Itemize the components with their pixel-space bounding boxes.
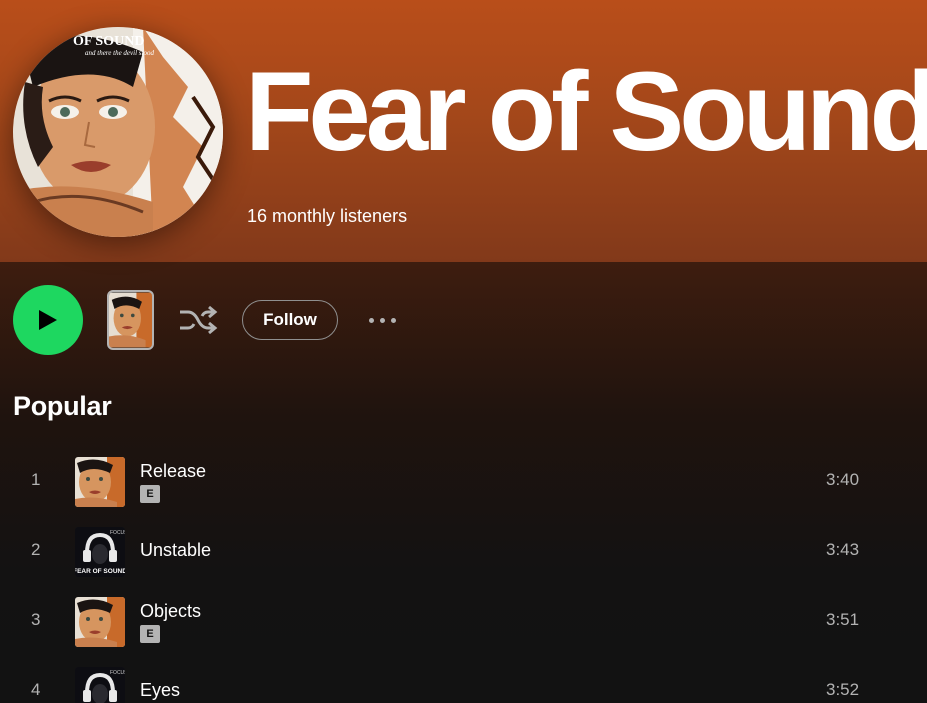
track-row[interactable]: 3 Objects E 3:51 [13,591,913,653]
track-title[interactable]: Unstable [140,540,211,561]
track-number: 2 [31,540,41,559]
explicit-badge: E [140,625,160,643]
track-cover: FOCUS FEAR OF SOUND [75,667,125,703]
track-number: 4 [31,680,41,699]
dot-icon [368,317,374,323]
follow-button[interactable]: Follow [242,300,338,340]
play-icon [39,310,57,330]
cover-label: FOCUS [110,670,125,676]
artist-name: Fear of Sound [245,49,927,174]
popular-section-title: Popular [13,391,112,421]
monthly-listeners: 16 monthly listeners [247,206,408,226]
shuffle-icon [180,305,218,335]
track-duration: 3:43 [826,540,860,559]
more-options-button[interactable] [360,300,404,340]
track-cover [75,597,125,647]
dot-icon [379,317,385,323]
dot-icon [390,317,396,323]
explicit-badge: E [140,485,160,503]
track-number: 1 [31,470,41,489]
track-row[interactable]: 4 FOCUS FEAR OF SOUND Eyes 3:52 [13,661,913,703]
track-title[interactable]: Release [140,461,206,482]
track-row[interactable]: 1 Release E 3:40 [13,451,913,513]
track-number: 3 [31,610,41,629]
avatar-subcaption: and there the devil stood [85,49,154,57]
play-button[interactable] [13,285,83,355]
artist-avatar-art: OF SOUND and there the devil stood [13,27,223,237]
track-cover: FOCUS FEAR OF SOUND [75,527,125,577]
track-title[interactable]: Objects [140,601,201,622]
cover-label: FOCUS [110,530,125,536]
avatar-caption: OF SOUND [73,34,144,49]
artist-avatar: OF SOUND and there the devil stood [13,27,223,237]
action-bar: Follow [0,285,927,355]
track-duration: 3:52 [826,680,860,699]
preview-cover-art [109,292,152,348]
track-title[interactable]: Eyes [140,680,180,701]
preview-cover-thumbnail[interactable] [107,290,154,350]
track-cover [75,457,125,507]
shuffle-button[interactable] [176,300,220,340]
cover-label: FEAR OF SOUND [75,568,125,575]
track-duration: 3:40 [826,470,860,489]
track-row[interactable]: 2 FOCUS FEAR OF SOUND Unstable 3:43 [13,521,913,583]
track-duration: 3:51 [826,610,860,629]
